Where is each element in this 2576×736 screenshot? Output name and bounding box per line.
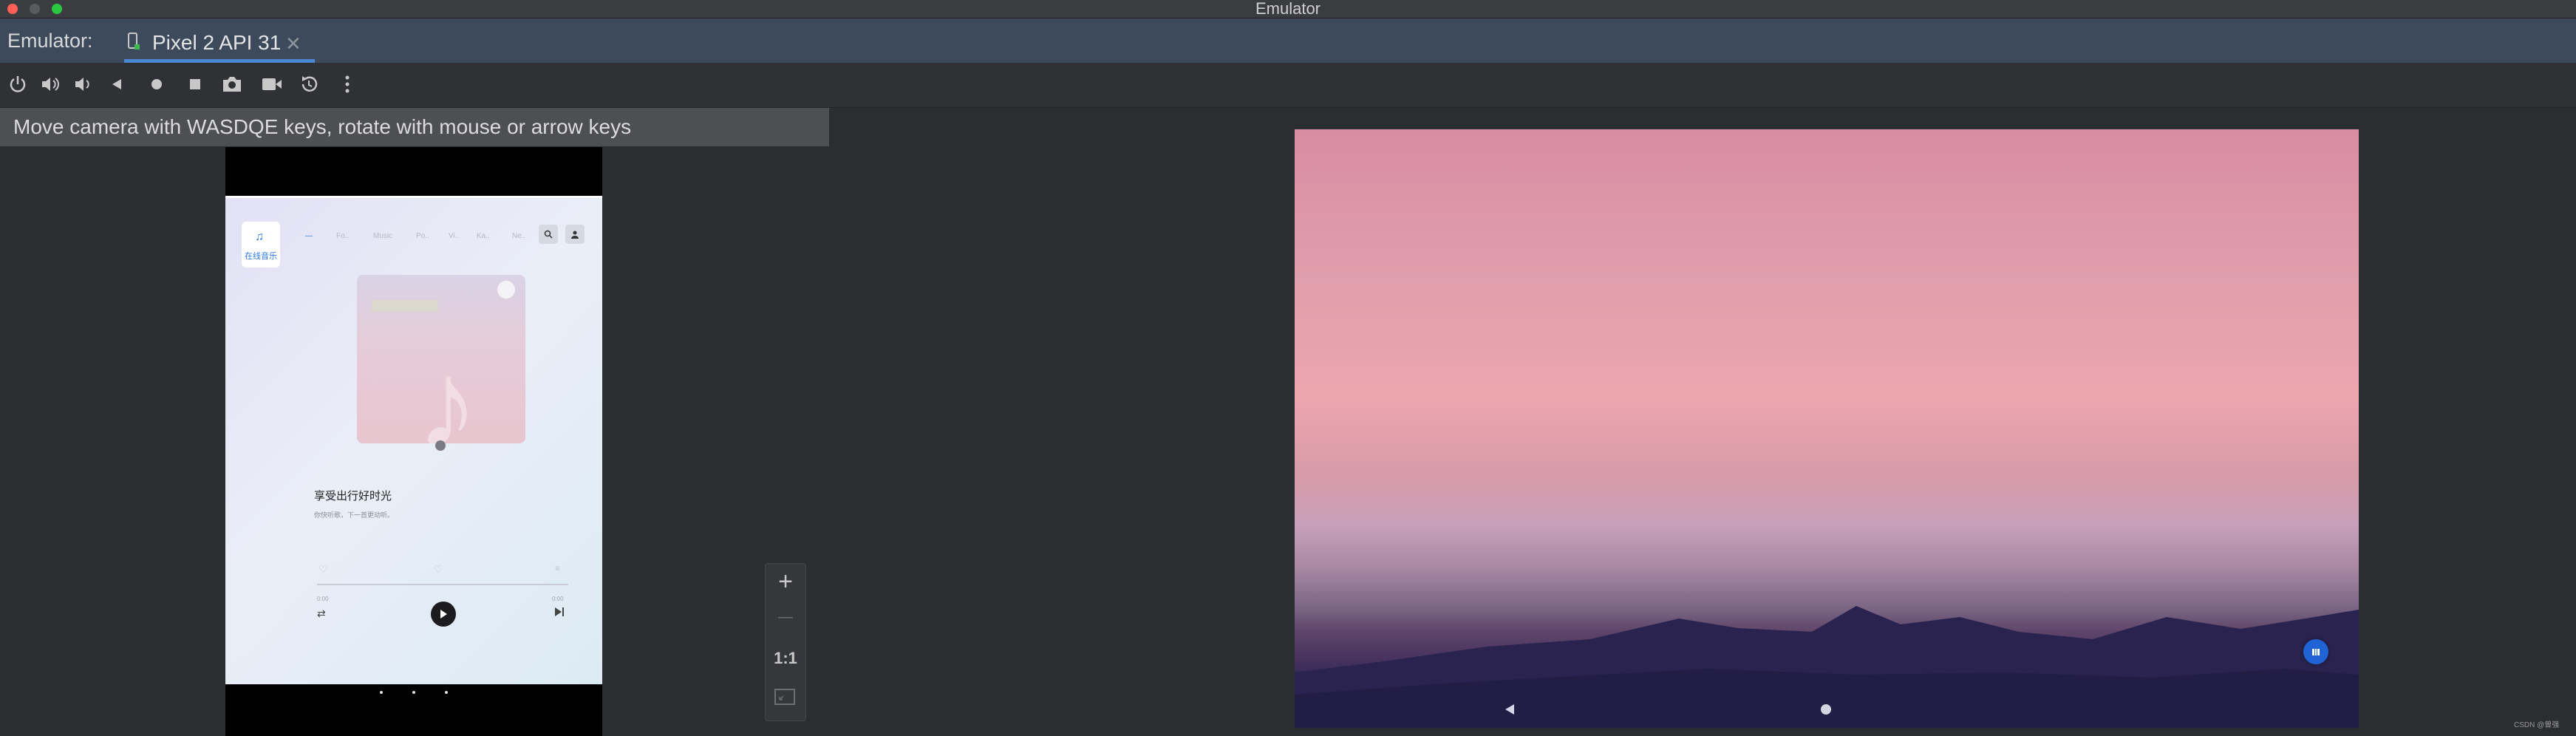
play-button[interactable]	[431, 602, 456, 627]
nav-tab-for-you[interactable]: Fo..	[336, 232, 349, 240]
music-app-screen[interactable]: ♫ 在线音乐 — Fo.. Music Po.. Vi.. Ka.. Ne.. …	[225, 198, 602, 684]
profile-icon[interactable]	[565, 225, 585, 244]
mountains	[1295, 606, 2359, 728]
zoom-out-button[interactable]: —	[765, 609, 806, 626]
power-icon[interactable]	[4, 71, 31, 98]
device-icon	[127, 33, 140, 52]
time-current: 0:00	[317, 596, 329, 602]
app-logo[interactable]: ♫ 在线音乐	[242, 222, 280, 268]
tab-label: Pixel 2 API 31	[152, 31, 282, 54]
collapse-icon[interactable]	[435, 440, 446, 451]
favorite-icon[interactable]: ♡	[434, 563, 443, 576]
time-total: 0:00	[552, 596, 564, 602]
play-mode-icon[interactable]: ⇄	[317, 607, 326, 620]
next-track-icon[interactable]	[553, 606, 567, 619]
info-bar-text: Move camera with WASDQE keys, rotate wit…	[13, 115, 632, 138]
nav-overview-icon[interactable]	[445, 691, 448, 694]
music-note-icon: ♪	[416, 334, 479, 443]
volume-down-icon[interactable]	[69, 71, 96, 98]
nav-tab-karaoke[interactable]: Ka..	[477, 232, 490, 240]
toolbar	[0, 63, 2576, 108]
like-icon[interactable]: ♡	[318, 563, 328, 576]
nav-back-icon[interactable]	[380, 691, 383, 694]
home-icon[interactable]	[143, 71, 170, 98]
tab-bar	[0, 18, 2576, 63]
overview-icon[interactable]	[182, 71, 208, 98]
nav-home-icon[interactable]	[1821, 704, 1831, 715]
nav-tab-music[interactable]: Music	[373, 232, 392, 240]
progress-bar[interactable]	[317, 584, 568, 585]
album-cover[interactable]: ♪	[357, 275, 525, 443]
song-title: 享受出行好时光	[314, 490, 392, 502]
nav-back-icon[interactable]	[1504, 703, 1516, 720]
app-logo-label: 在线音乐	[245, 252, 277, 261]
window-title: Emulator	[1255, 0, 1321, 18]
watermark: CSDN @曾强	[2514, 721, 2560, 729]
record-icon[interactable]	[259, 71, 285, 98]
floating-action-button[interactable]	[2303, 639, 2328, 664]
nav-home-icon[interactable]	[412, 691, 415, 694]
screenshot-icon[interactable]	[219, 71, 245, 98]
nav-tab-video[interactable]: Vi..	[449, 232, 459, 240]
zoom-in-button[interactable]: +	[765, 568, 806, 596]
fit-screen-icon[interactable]	[774, 689, 795, 705]
album-info-placeholder	[372, 300, 438, 312]
playlist-icon[interactable]: ≡	[555, 563, 560, 573]
nav-tab-podcast[interactable]: Po..	[416, 232, 429, 240]
volume-up-icon[interactable]	[37, 71, 64, 98]
close-icon[interactable]: ✕	[285, 33, 301, 55]
song-subtitle: 你快听歌，下一首更动听。	[314, 511, 395, 519]
tool-window-label: Emulator:	[7, 30, 93, 52]
nav-tab-news[interactable]: Ne..	[512, 232, 525, 240]
rotate-icon[interactable]	[296, 71, 322, 98]
music-note-icon: ♫	[255, 231, 264, 243]
more-icon[interactable]	[334, 71, 361, 98]
actual-size-button[interactable]: 1:1	[765, 649, 806, 668]
device-screen-right[interactable]	[1295, 129, 2359, 728]
nav-tab-home[interactable]: —	[305, 232, 313, 240]
avatar[interactable]	[497, 281, 515, 299]
search-icon[interactable]	[539, 225, 558, 244]
back-icon[interactable]	[103, 71, 130, 98]
